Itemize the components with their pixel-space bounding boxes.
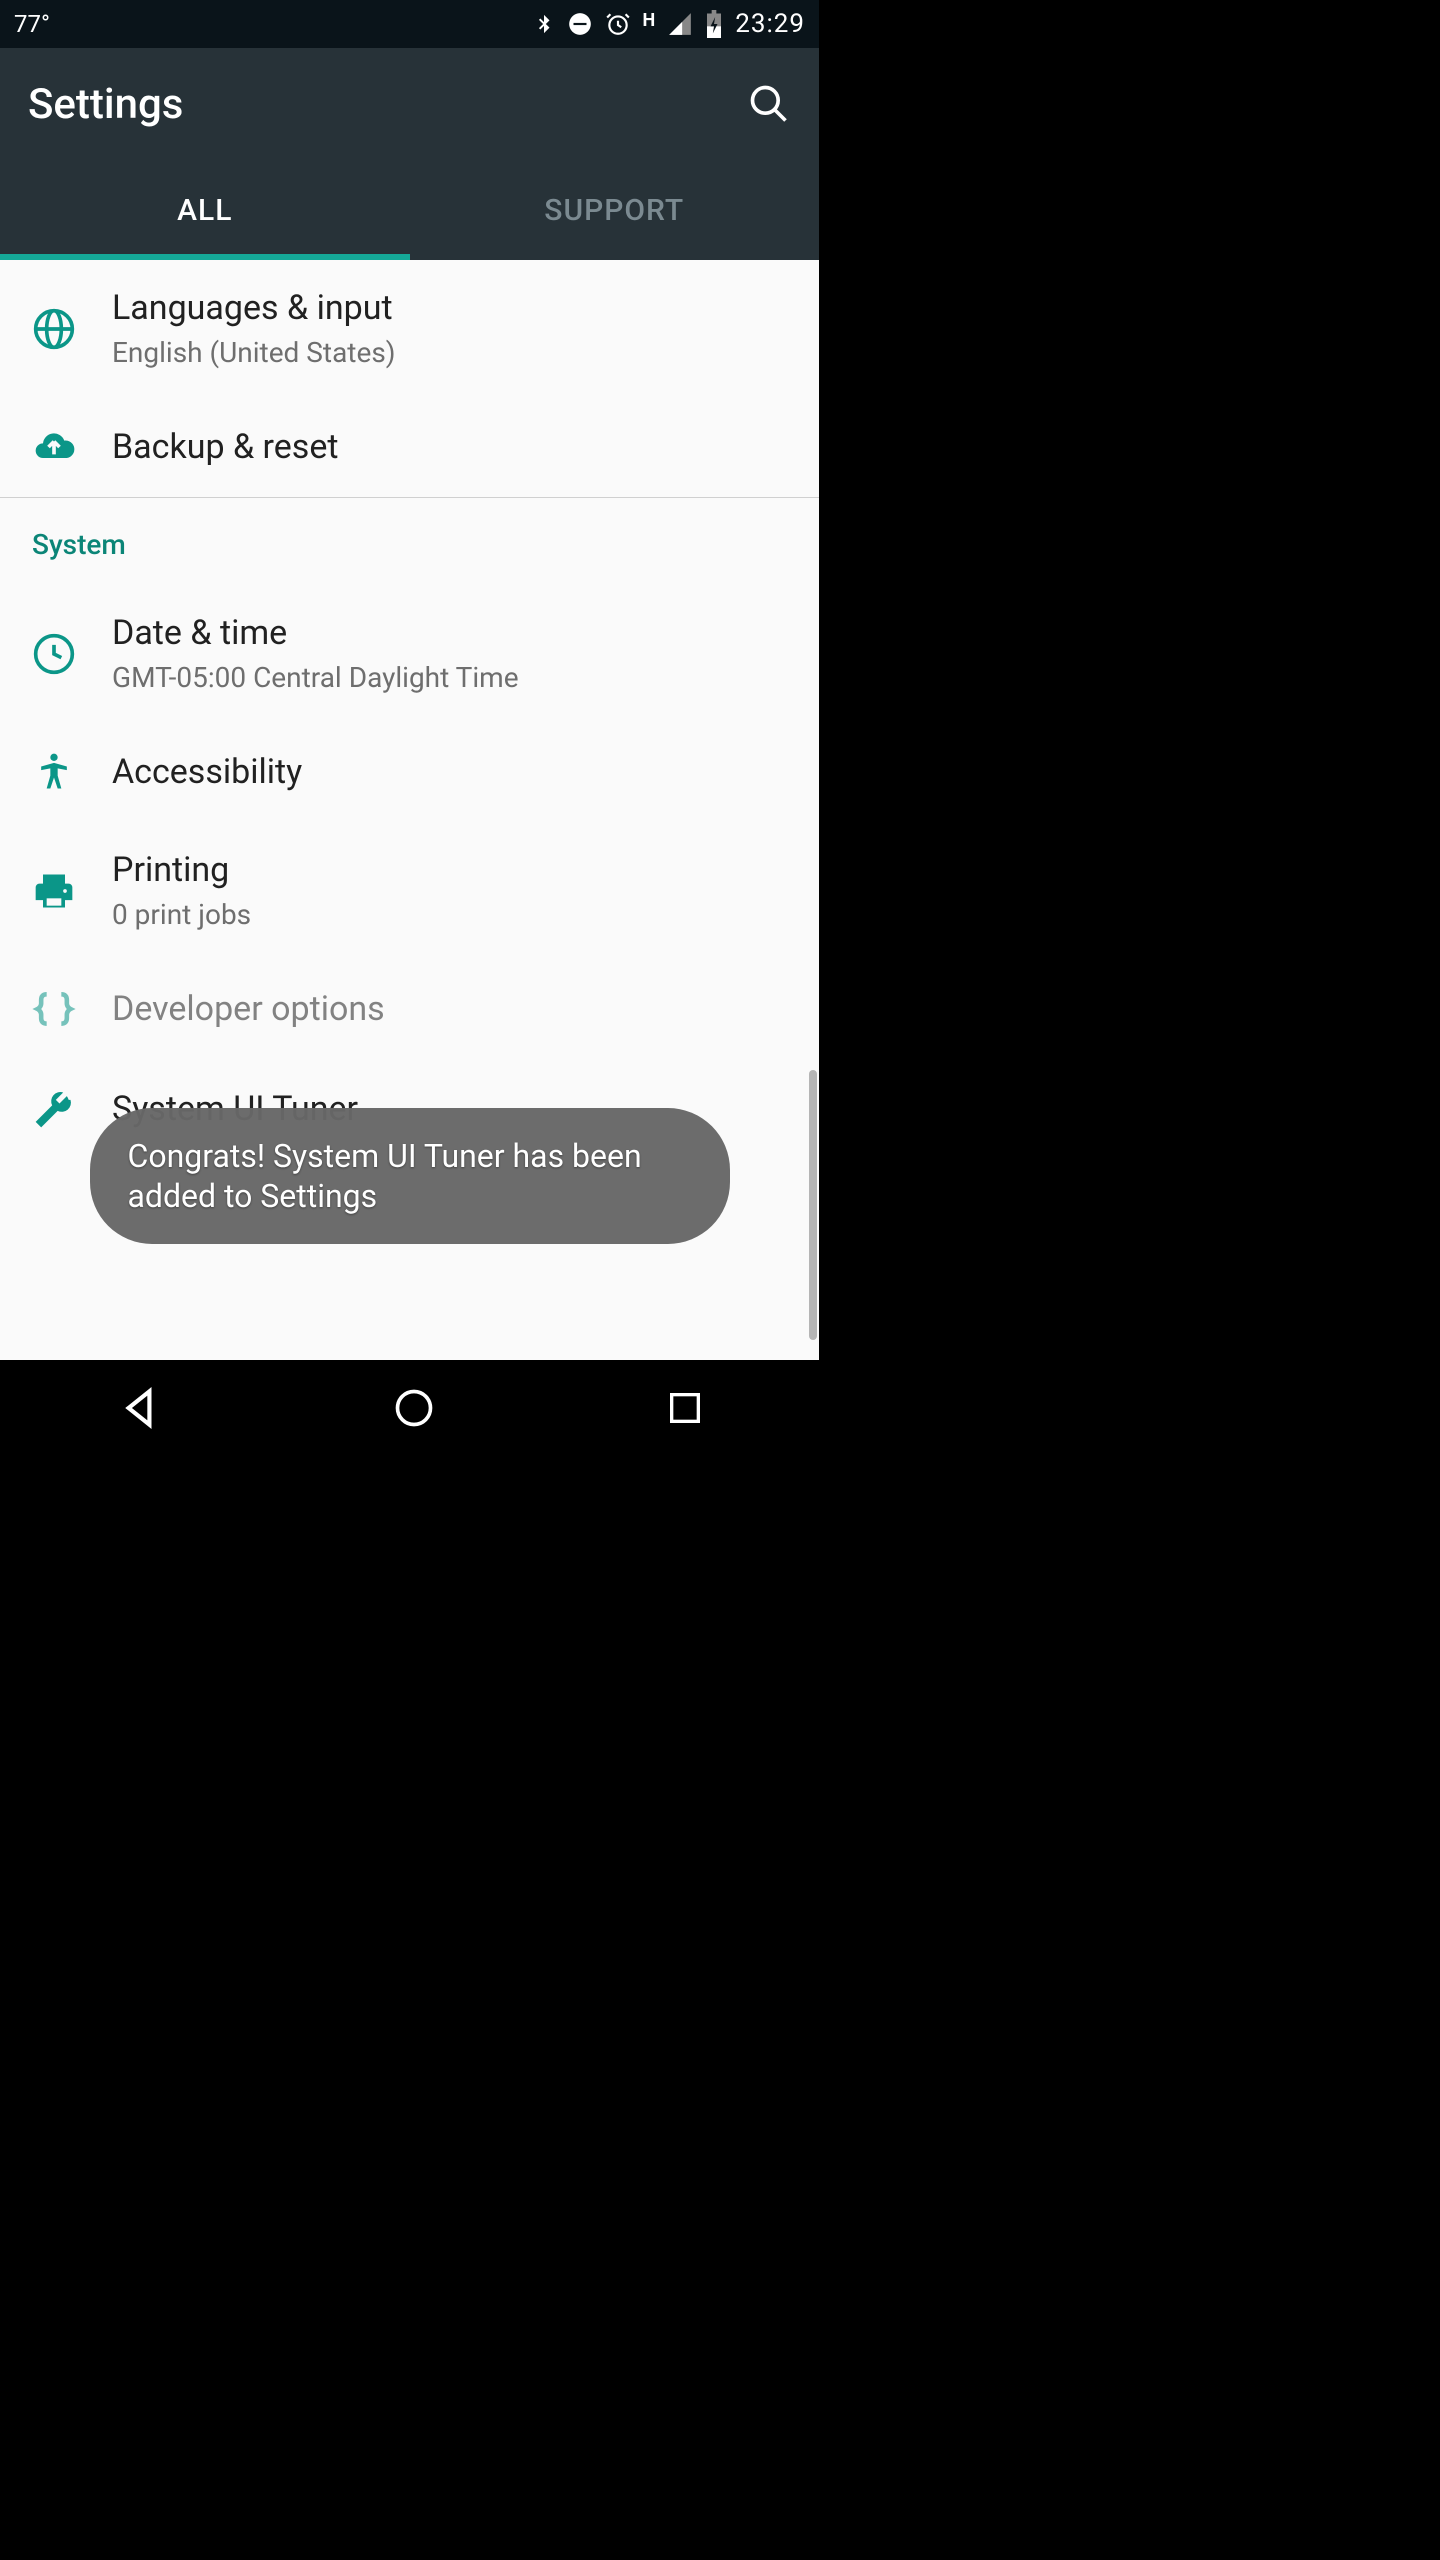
tab-support[interactable]: SUPPORT (410, 160, 820, 260)
battery-charging-icon (705, 10, 723, 38)
navigation-bar (0, 1360, 819, 1456)
item-languages-input[interactable]: Languages & input English (United States… (0, 260, 819, 397)
item-date-time[interactable]: Date & time GMT-05:00 Central Daylight T… (0, 585, 819, 722)
tab-all[interactable]: ALL (0, 160, 410, 260)
item-subtitle: GMT-05:00 Central Daylight Time (112, 661, 787, 694)
globe-icon (32, 307, 112, 351)
item-title: Date & time (112, 613, 787, 653)
tabs: ALL SUPPORT (0, 160, 819, 260)
status-temperature: 77° (14, 10, 50, 38)
braces-icon (32, 987, 112, 1031)
accessibility-icon (32, 750, 112, 794)
section-system: System (0, 498, 819, 585)
printer-icon (32, 869, 112, 913)
cloud-upload-icon (32, 425, 112, 469)
item-developer-options[interactable]: Developer options (0, 959, 819, 1059)
wrench-icon (32, 1087, 112, 1131)
screen: 77° H 23:29 Settings (0, 0, 819, 1456)
toast: Congrats! System UI Tuner has been added… (90, 1108, 730, 1244)
dnd-icon (567, 11, 593, 37)
search-button[interactable] (747, 82, 791, 126)
back-button[interactable] (114, 1383, 164, 1433)
item-title: Languages & input (112, 288, 787, 328)
item-printing[interactable]: Printing 0 print jobs (0, 822, 819, 959)
item-accessibility[interactable]: Accessibility (0, 722, 819, 822)
status-icons: H 23:29 (533, 9, 805, 39)
clock-icon (32, 632, 112, 676)
item-backup-reset[interactable]: Backup & reset (0, 397, 819, 497)
app-header: Settings ALL SUPPORT (0, 48, 819, 260)
item-title: Accessibility (112, 752, 787, 792)
status-clock: 23:29 (735, 9, 805, 39)
home-button[interactable] (392, 1386, 436, 1430)
scrollbar[interactable] (809, 1070, 817, 1340)
item-title: Developer options (112, 989, 787, 1029)
signal-icon (667, 11, 693, 37)
item-title: Backup & reset (112, 427, 787, 467)
network-type-icon: H (643, 10, 656, 31)
recent-apps-button[interactable] (665, 1388, 705, 1428)
item-subtitle: 0 print jobs (112, 898, 787, 931)
status-bar: 77° H 23:29 (0, 0, 819, 48)
item-title: Printing (112, 850, 787, 890)
item-subtitle: English (United States) (112, 336, 787, 369)
bluetooth-icon (533, 10, 555, 38)
alarm-icon (605, 11, 631, 37)
page-title: Settings (28, 80, 183, 129)
